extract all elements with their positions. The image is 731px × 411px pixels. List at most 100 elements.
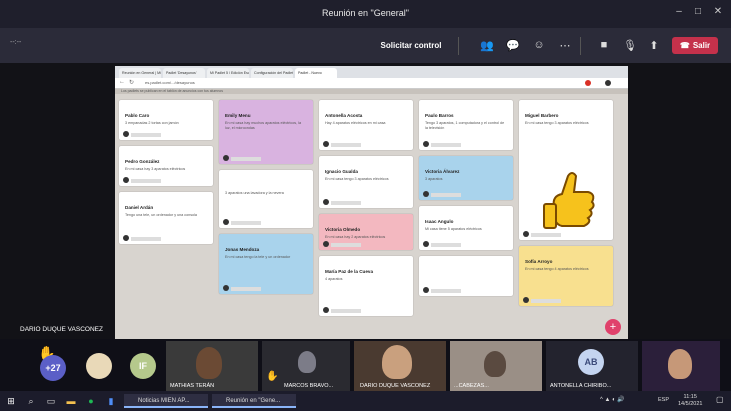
- participant-tile[interactable]: IF: [124, 341, 162, 391]
- back-arrow-icon[interactable]: ←: [119, 79, 125, 85]
- post-body: Hay 4 aparatos eléctricos en mi casa: [325, 121, 386, 125]
- padlet-post[interactable]: Victoria Olmedo En mi casa hay 2 aparatos…: [319, 214, 413, 250]
- file-explorer-icon[interactable]: ▬: [64, 394, 78, 408]
- shared-screen[interactable]: Reunión en General | Microsoft Teams Pad…: [115, 66, 628, 342]
- post-body: En mi casa hay muchos aparatos eléctrico…: [225, 121, 302, 130]
- browser-address-bar: ← ↻ es.padlet.com/.../desayunos: [115, 78, 628, 89]
- extension-icon[interactable]: [585, 80, 591, 86]
- reactions-icon[interactable]: ☺: [530, 36, 548, 54]
- post-body: En mi casa hay 2 aparatos eléctricos: [325, 235, 386, 239]
- phone-icon: ☎: [679, 41, 690, 50]
- author-avatar: [223, 155, 229, 161]
- padlet-post[interactable]: Victoria Álvarez 3 aparatos: [419, 156, 513, 200]
- padlet-post[interactable]: Paulo Barros Tengo 3 aparatos, 1 computad…: [419, 100, 513, 150]
- post-title: Antonella Acosta: [325, 113, 363, 118]
- comment-placeholder[interactable]: [331, 143, 361, 147]
- padlet-post[interactable]: 3 aparatos una lavadora y la nevera: [219, 170, 313, 228]
- comment-placeholder[interactable]: [431, 143, 461, 147]
- participants-icon[interactable]: 👥: [478, 36, 496, 54]
- author-avatar: [423, 287, 429, 293]
- participant-video[interactable]: MATHIAS TERÁN: [166, 341, 258, 391]
- participant-name: DARIO DUQUE VASCONEZ: [360, 383, 431, 389]
- leave-button[interactable]: ☎ Salir: [672, 37, 718, 54]
- minimize-icon[interactable]: –: [671, 6, 687, 17]
- url-field[interactable]: es.padlet.com/.../desayunos: [145, 80, 445, 86]
- comment-placeholder[interactable]: [531, 299, 561, 303]
- post-body: 4 aparatos: [325, 277, 343, 281]
- padlet-post[interactable]: María Paz de la Cueva 4 aparatos: [319, 256, 413, 316]
- comment-placeholder[interactable]: [331, 201, 361, 205]
- language-indicator[interactable]: ESP: [658, 397, 669, 403]
- reload-icon[interactable]: ↻: [129, 79, 134, 86]
- participant-tile[interactable]: AB ANTONELLA CHIRIBO...: [546, 341, 638, 391]
- padlet-post[interactable]: Pedro González En mi casa hay 3 aparatos …: [119, 146, 213, 186]
- participant-tile[interactable]: [78, 341, 118, 391]
- request-control-button[interactable]: Solicitar control: [378, 37, 444, 54]
- post-title: Pedro González: [125, 159, 160, 164]
- comment-placeholder[interactable]: [331, 243, 361, 247]
- participant-face: [298, 351, 316, 373]
- comment-placeholder[interactable]: [131, 133, 161, 137]
- clock-date: 14/5/2021: [678, 401, 703, 407]
- padlet-post[interactable]: Ignacio Gualda En mi casa tengo 3 aparato…: [319, 156, 413, 208]
- comment-placeholder[interactable]: [431, 289, 461, 293]
- padlet-header-note: Los padlets se publican en el tablón de …: [115, 89, 628, 94]
- spotify-icon[interactable]: ●: [84, 394, 98, 408]
- notifications-icon[interactable]: ▢: [716, 395, 724, 404]
- browser-tab[interactable]: Configuración del Padlet: [251, 68, 293, 78]
- comment-placeholder[interactable]: [231, 157, 261, 161]
- padlet-post[interactable]: Jonas Mendoza En mi casa tengo la tele y …: [219, 234, 313, 294]
- padlet-post[interactable]: Daniel Ardán Tengo una tele, un ordenador…: [119, 192, 213, 244]
- comment-placeholder[interactable]: [131, 237, 161, 241]
- participant-video[interactable]: [642, 341, 720, 391]
- maximize-icon[interactable]: □: [690, 6, 706, 17]
- tray-icons[interactable]: ^ ▲ ◐ 🔊: [600, 396, 625, 403]
- word-icon[interactable]: ▮: [104, 394, 118, 408]
- clock[interactable]: 11:15 14/5/2021: [678, 394, 702, 408]
- padlet-post[interactable]: Sofía Arroyo En mi casa tengo 4 aparatos …: [519, 246, 613, 306]
- task-view-icon[interactable]: ▭: [44, 394, 58, 408]
- comment-placeholder[interactable]: [331, 309, 361, 313]
- share-tray-icon[interactable]: ⬆: [645, 36, 663, 54]
- profile-avatar[interactable]: [605, 80, 611, 86]
- comment-placeholder[interactable]: [431, 193, 461, 197]
- comment-placeholder[interactable]: [231, 287, 261, 291]
- participant-name: ...CABEZAS...: [454, 383, 489, 389]
- browser-tab-bar: Reunión en General | Microsoft Teams Pad…: [115, 66, 628, 78]
- participant-tile[interactable]: ✋ MARCOS BRAVO...: [262, 341, 350, 391]
- comment-placeholder[interactable]: [131, 179, 161, 183]
- mic-muted-icon[interactable]: 🎙: [621, 36, 639, 54]
- avatar: IF: [130, 353, 156, 379]
- author-avatar: [323, 141, 329, 147]
- post-title: Victoria Álvarez: [425, 169, 460, 174]
- author-avatar: [223, 219, 229, 225]
- add-post-button[interactable]: +: [605, 319, 621, 335]
- overflow-participants[interactable]: ✋ +27: [34, 341, 72, 391]
- post-title: Isaac Angulo: [425, 219, 454, 224]
- browser-tab[interactable]: Reunión en General | Microsoft Teams: [119, 68, 161, 78]
- close-icon[interactable]: ✕: [710, 6, 726, 17]
- browser-tab-active[interactable]: Padlet - Nuevo: [295, 68, 337, 78]
- padlet-post[interactable]: Isaac Angulo Mi casa tiene 5 aparatos elé…: [419, 206, 513, 250]
- taskbar-task-teams[interactable]: Reunión en "Gene...: [212, 394, 296, 408]
- comment-placeholder[interactable]: [431, 243, 461, 247]
- participant-video[interactable]: DARIO DUQUE VASCONEZ: [354, 341, 446, 391]
- camera-icon[interactable]: ■: [595, 36, 613, 54]
- post-title: Sofía Arroyo: [525, 259, 553, 264]
- windows-start-icon[interactable]: ⊞: [4, 394, 18, 408]
- padlet-post[interactable]: Emily Menu En mi casa hay muchos aparatos…: [219, 100, 313, 164]
- participant-video[interactable]: ...CABEZAS...: [450, 341, 542, 391]
- padlet-post[interactable]: [419, 256, 513, 296]
- more-options-icon[interactable]: ⋯: [556, 36, 574, 54]
- taskbar-task-chrome[interactable]: Noticias MIEN AP...: [124, 394, 208, 408]
- padlet-post[interactable]: Antonella Acosta Hay 4 aparatos eléctrico…: [319, 100, 413, 150]
- browser-tab[interactable]: Padlet 'Desayunos': [163, 68, 205, 78]
- post-body: En mi casa tengo 3 aparatos eléctricos: [525, 121, 589, 125]
- browser-tab[interactable]: Mi Padlet 5 / Edición Escolar: [207, 68, 249, 78]
- comment-placeholder[interactable]: [231, 221, 261, 225]
- post-body: 3 aparatos una lavadora y la nevera: [225, 191, 284, 195]
- post-title: Ignacio Gualda: [325, 169, 358, 174]
- padlet-post[interactable]: Pablo Caro 3 empanadas 2 tortas con jamón: [119, 100, 213, 140]
- chat-icon[interactable]: 💬: [504, 36, 522, 54]
- search-icon[interactable]: ⌕: [24, 394, 38, 408]
